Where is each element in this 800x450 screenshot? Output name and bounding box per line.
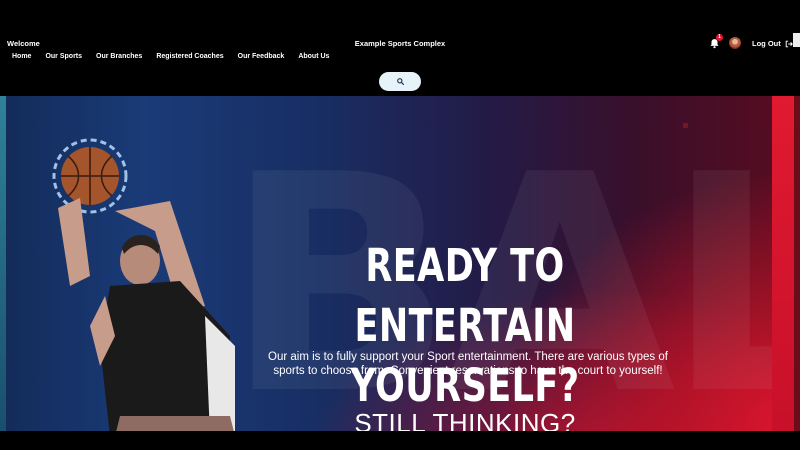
site-title: Example Sports Complex xyxy=(354,39,446,48)
main-nav: Home Our Sports Our Branches Registered … xyxy=(12,53,343,60)
nav-about-us[interactable]: About Us xyxy=(298,53,329,60)
left-edge-strip xyxy=(0,96,6,431)
nav-home[interactable]: Home xyxy=(12,53,31,60)
basketball-player-image xyxy=(52,138,235,431)
hero-title: READY TO ENTERTAIN YOURSELF? xyxy=(309,236,621,416)
scrollbar[interactable] xyxy=(793,33,800,47)
logout-label: Log Out xyxy=(752,39,781,48)
search-icon xyxy=(396,78,404,85)
logout-icon xyxy=(785,40,793,47)
hero-description: Our aim is to fully support your Sport e… xyxy=(268,351,668,377)
logout-button[interactable]: Log Out xyxy=(752,39,793,48)
cursor-marker xyxy=(683,123,688,128)
hero-subheading: STILL THINKING? xyxy=(354,408,576,431)
bottom-bar xyxy=(0,431,800,450)
hero-banner: BALL READY TO ENTERTAIN YOURSELF? Our ai… xyxy=(0,96,800,431)
nav-registered-coaches[interactable]: Registered Coaches xyxy=(156,53,223,60)
right-edge-dark xyxy=(794,96,800,431)
nav-our-feedback[interactable]: Our Feedback xyxy=(238,53,285,60)
avatar[interactable] xyxy=(729,37,741,49)
search-button[interactable] xyxy=(379,72,421,91)
top-navbar: Welcome Example Sports Complex Home Our … xyxy=(0,0,800,96)
nav-our-branches[interactable]: Our Branches xyxy=(96,53,142,60)
hero-title-line-1: READY TO ENTERTAIN xyxy=(354,239,576,352)
nav-our-sports[interactable]: Our Sports xyxy=(45,53,82,60)
notification-badge: 1 xyxy=(716,34,723,41)
